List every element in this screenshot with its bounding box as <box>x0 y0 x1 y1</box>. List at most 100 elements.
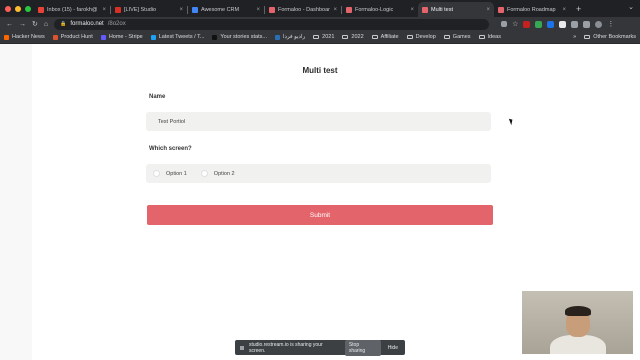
bookmark-label: Ideas <box>487 34 501 40</box>
other-bookmarks[interactable]: Other Bookmarks <box>584 34 636 40</box>
tab-title: Awesome CRM <box>201 6 240 13</box>
browser-tab[interactable]: Awesome CRM × <box>188 2 264 17</box>
bookmarks-bar: Hacker News Product Hunt Home - Stripe Late… <box>0 31 640 44</box>
bookmark-label: Home - Stripe <box>108 34 143 40</box>
screen-radio-group: Option 1 Option 2 <box>146 164 491 183</box>
bookmark-item[interactable]: Product Hunt <box>52 34 93 40</box>
bookmark-list: Hacker News Product Hunt Home - Stripe Late… <box>4 34 501 40</box>
stop-sharing-button[interactable]: Stop sharing <box>344 339 381 356</box>
bookmark-favicon-icon <box>274 34 280 40</box>
tab-title: Formaloo - Dashboard <box>278 6 331 13</box>
submit-button[interactable]: Submit <box>147 205 493 225</box>
reload-icon[interactable]: ↻ <box>32 20 38 28</box>
sidebar-icon[interactable] <box>583 20 591 28</box>
extension-icon[interactable] <box>523 20 531 28</box>
close-tab-icon[interactable]: × <box>333 7 337 13</box>
hide-banner-button[interactable]: Hide <box>386 343 400 353</box>
extension-icon[interactable] <box>547 20 555 28</box>
close-tab-icon[interactable]: × <box>562 7 566 13</box>
folder-icon <box>478 35 485 39</box>
name-input-value: Test Portiol <box>158 118 186 125</box>
bookmark-label: Latest Tweets / T... <box>158 34 205 40</box>
screen-field-label: Which screen? <box>149 146 192 152</box>
bookmark-item[interactable]: 2022 <box>342 34 364 40</box>
browser-toolbar: ← → ↻ ⌂ 🔒 formaloo.net/8o2ox ☆ ⋮ <box>0 17 640 31</box>
extension-icon[interactable] <box>535 20 543 28</box>
new-tab-button[interactable]: + <box>570 2 587 17</box>
bookmark-item[interactable]: Latest Tweets / T... <box>150 34 205 40</box>
webcam-person-body <box>550 335 606 354</box>
browser-tab[interactable]: [LIVE] Studio × <box>111 2 187 17</box>
folder-icon <box>371 35 378 39</box>
browser-tab[interactable]: Formaloo Roadmap × <box>494 2 570 17</box>
tab-favicon-icon <box>269 6 275 13</box>
close-window-icon[interactable] <box>5 6 11 12</box>
bookmark-item[interactable]: Your stories stats... <box>212 34 267 40</box>
radio-circle-icon[interactable] <box>153 170 160 177</box>
close-tab-icon[interactable]: × <box>256 7 260 13</box>
bookmark-item[interactable]: Hacker News <box>4 34 45 40</box>
other-bookmarks-label: Other Bookmarks <box>593 34 636 40</box>
bookmark-item[interactable]: Affiliate <box>371 34 399 40</box>
screen-share-icon <box>240 345 244 350</box>
profile-avatar[interactable] <box>595 20 603 28</box>
webcam-overlay <box>522 291 633 354</box>
browser-tab[interactable]: Formaloo-Logic × <box>342 2 418 17</box>
tab-favicon-icon <box>422 6 428 13</box>
browser-tab[interactable]: Formaloo - Dashboard × <box>265 2 341 17</box>
radio-circle-icon[interactable] <box>200 170 208 177</box>
forward-icon[interactable]: → <box>19 21 26 28</box>
tab-favicon-icon <box>498 6 504 13</box>
radio-option-2[interactable]: Option 2 <box>200 170 235 177</box>
bookmark-item[interactable]: 2021 <box>313 34 334 40</box>
share-icon[interactable] <box>501 21 508 27</box>
tab-favicon-icon <box>115 6 121 13</box>
radio-option-label: Option 2 <box>213 170 235 177</box>
folder-icon <box>342 35 349 39</box>
screen-share-text: studio.restream.io is sharing your scree… <box>248 341 323 354</box>
bookmark-item[interactable]: Ideas <box>478 34 501 40</box>
webcam-person-hair <box>565 306 591 316</box>
tab-search-icon[interactable]: ⌄ <box>628 3 634 11</box>
menu-icon[interactable]: ⋮ <box>607 20 614 28</box>
back-icon[interactable]: ← <box>6 21 13 28</box>
extension-icon[interactable] <box>559 20 567 28</box>
url-path: /8o2ox <box>107 21 126 27</box>
bookmark-item[interactable]: Develop <box>406 34 436 40</box>
folder-icon <box>406 35 413 39</box>
bookmark-item[interactable]: راديو فردا <box>274 34 306 40</box>
close-tab-icon[interactable]: × <box>410 7 414 13</box>
close-tab-icon[interactable]: × <box>102 7 106 13</box>
page-margin-left <box>0 44 32 360</box>
extensions-puzzle-icon[interactable] <box>571 20 579 28</box>
bookmarks-overflow-icon[interactable]: » <box>573 34 576 40</box>
bookmark-item[interactable]: Games <box>443 34 471 40</box>
bookmark-label: Games <box>452 34 471 40</box>
browser-tab[interactable]: Multi test × <box>418 2 494 17</box>
bookmark-label: Your stories stats... <box>220 34 267 40</box>
bookmark-favicon-icon <box>212 34 218 40</box>
bookmark-label: راديو فردا <box>282 34 306 40</box>
url-host: formaloo.net <box>70 21 104 27</box>
tab-favicon-icon <box>346 6 352 13</box>
bookmark-star-icon[interactable]: ☆ <box>512 20 518 28</box>
bookmark-favicon-icon <box>150 34 156 40</box>
home-icon[interactable]: ⌂ <box>44 21 48 28</box>
bookmark-item[interactable]: Home - Stripe <box>100 34 143 40</box>
browser-tab[interactable]: Inbox (15) - farokh@ × <box>34 2 110 17</box>
bookmark-label: 2022 <box>351 34 364 40</box>
maximize-window-icon[interactable] <box>25 6 31 12</box>
form-title: Multi test <box>302 66 338 75</box>
name-input[interactable]: Test Portiol <box>146 112 491 131</box>
mouse-cursor-icon <box>508 117 515 126</box>
radio-option-1[interactable]: Option 1 <box>153 170 187 177</box>
close-tab-icon[interactable]: × <box>486 7 490 13</box>
lock-icon: 🔒 <box>60 21 67 27</box>
close-tab-icon[interactable]: × <box>179 7 183 13</box>
minimize-window-icon[interactable] <box>15 6 21 12</box>
address-bar[interactable]: 🔒 formaloo.net/8o2ox <box>54 18 490 30</box>
bookmark-label: Product Hunt <box>60 34 93 40</box>
tab-title: Multi test <box>431 6 454 13</box>
tab-title: [LIVE] Studio <box>124 6 157 13</box>
browser-tab-strip: Inbox (15) - farokh@ × [LIVE] Studio × Aweso… <box>0 0 640 17</box>
